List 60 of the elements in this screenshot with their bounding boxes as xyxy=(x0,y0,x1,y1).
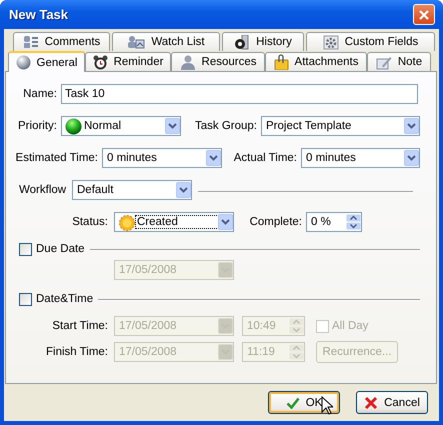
chevron-down-icon xyxy=(218,318,233,334)
checkbox-label: All Day xyxy=(332,320,368,332)
chevron-down-icon xyxy=(404,118,419,134)
spinner-arrows-icon xyxy=(346,214,361,230)
ok-button[interactable]: OK xyxy=(268,391,340,414)
contact-list-icon xyxy=(22,35,39,49)
field-label: Task Group: xyxy=(194,120,257,132)
chevron-down-icon xyxy=(218,344,233,360)
field-label: Status: xyxy=(71,216,108,228)
chevron-down-icon xyxy=(165,118,180,134)
tab[interactable]: Resources xyxy=(171,52,265,71)
sphere-icon xyxy=(16,55,31,70)
close-button[interactable] xyxy=(413,4,435,25)
person-icon xyxy=(180,54,196,70)
sun-icon xyxy=(118,214,136,230)
text-field[interactable]: Task 10 xyxy=(61,84,418,104)
checkbox[interactable] xyxy=(19,292,32,306)
spin-field[interactable]: 0 % xyxy=(306,212,362,232)
dropdown[interactable]: Project Template xyxy=(261,116,420,136)
dropdown[interactable]: Normal xyxy=(61,116,181,136)
field-label: Name: xyxy=(22,88,57,100)
field-label: Start Time: xyxy=(51,320,108,332)
tab[interactable]: Note xyxy=(367,52,431,71)
field-label: Estimated Time: xyxy=(14,152,98,164)
ball-icon xyxy=(65,118,83,134)
tab[interactable]: History xyxy=(222,32,304,51)
field-label: Actual Time: xyxy=(232,152,297,164)
close-icon xyxy=(418,8,430,20)
chevron-down-icon xyxy=(404,150,419,166)
tab[interactable]: Watch List xyxy=(112,32,220,51)
checkbox[interactable] xyxy=(19,242,32,256)
cancel-button[interactable]: Cancel xyxy=(356,391,428,414)
field-label: Finish Time: xyxy=(45,346,108,358)
chevron-down-icon xyxy=(206,150,221,166)
gear-icon xyxy=(322,34,339,50)
cross-icon xyxy=(364,396,378,410)
spinner-arrows-icon xyxy=(289,344,304,360)
field-label: Priority: xyxy=(17,120,57,132)
dropdown[interactable]: Created xyxy=(114,212,234,232)
dropdown[interactable]: 0 minutes xyxy=(301,148,420,168)
field-label: Complete: xyxy=(248,216,302,228)
dropdown[interactable]: 0 minutes xyxy=(102,148,222,168)
check-icon xyxy=(286,396,300,408)
spinner-arrows-icon xyxy=(289,318,304,334)
chevron-down-icon xyxy=(218,262,233,278)
mouse-pointer-icon xyxy=(321,396,333,415)
tab[interactable]: Comments xyxy=(13,32,110,51)
chevron-down-icon xyxy=(218,214,233,230)
field-label: Workflow xyxy=(19,184,68,196)
alarm-clock-icon xyxy=(92,54,108,70)
field-label: Due Date xyxy=(36,243,85,255)
tab[interactable]: Attachments xyxy=(265,52,367,71)
window-title: New Task xyxy=(9,7,68,22)
tab[interactable]: Custom Fields xyxy=(306,32,435,51)
tab[interactable]: Reminder xyxy=(85,52,171,71)
field-label: Date&Time xyxy=(36,293,94,305)
tab[interactable]: General xyxy=(8,51,85,72)
dropdown[interactable]: Default xyxy=(72,180,192,200)
chevron-down-icon xyxy=(176,182,191,198)
note-pencil-icon xyxy=(376,54,392,70)
